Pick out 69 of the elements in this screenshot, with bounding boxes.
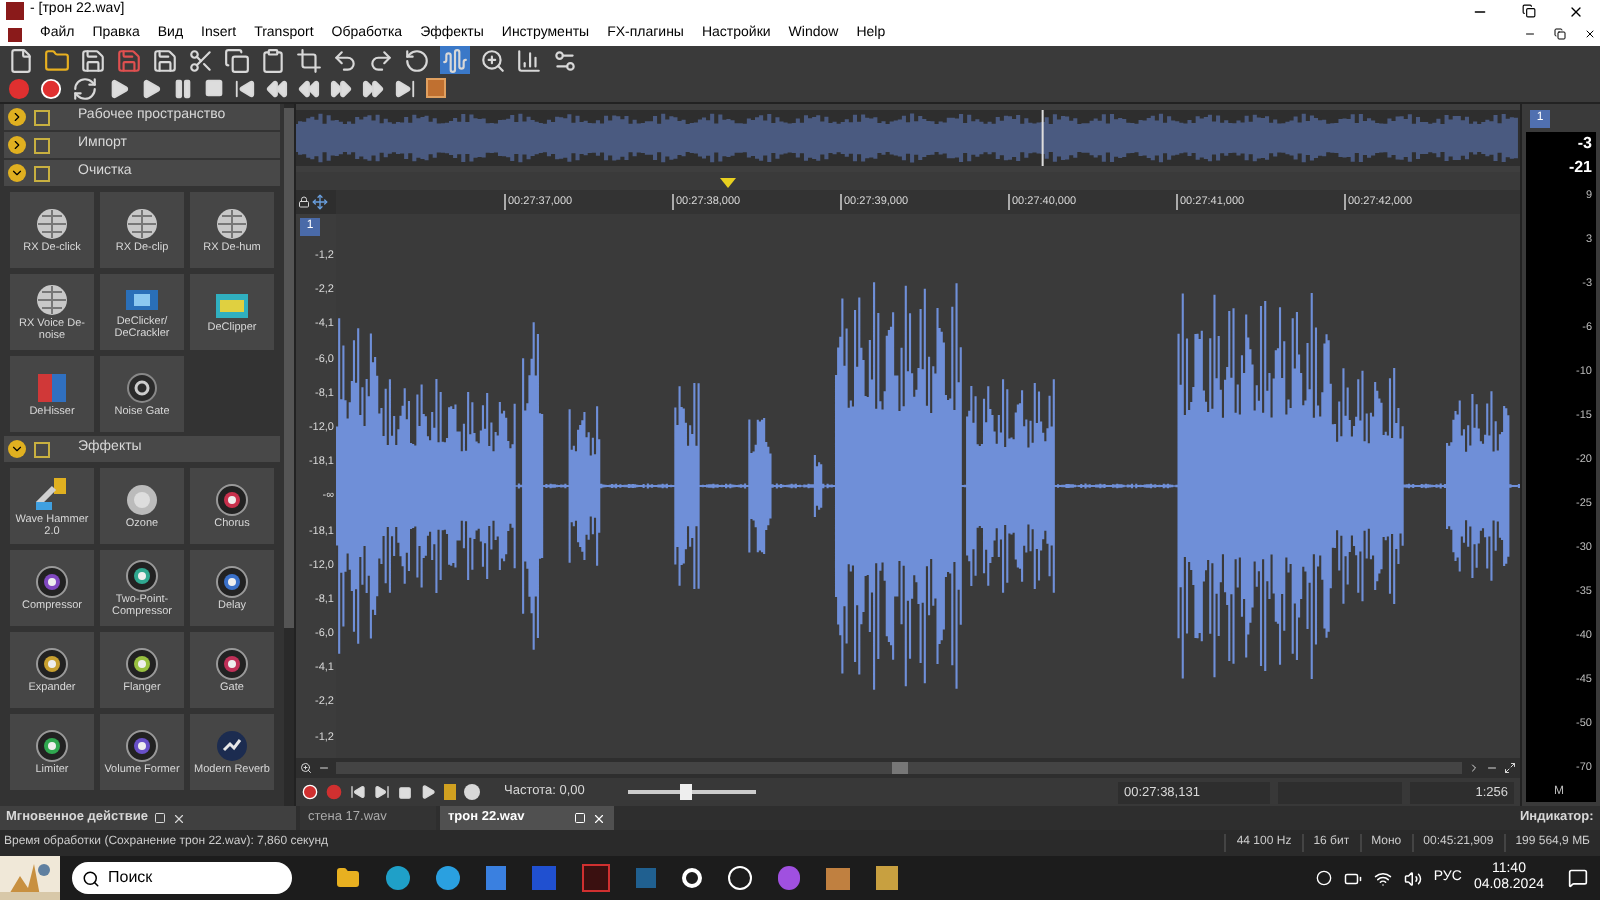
copy-icon[interactable] bbox=[224, 47, 250, 73]
hammer-icon bbox=[34, 475, 70, 511]
cut-icon[interactable] bbox=[188, 47, 214, 73]
waveform-view-toggle[interactable] bbox=[440, 45, 470, 75]
restore-icon[interactable] bbox=[1554, 28, 1566, 40]
float-icon[interactable] bbox=[153, 812, 166, 824]
stop-icon[interactable] bbox=[398, 785, 412, 799]
close-icon[interactable] bbox=[1568, 3, 1584, 19]
pause-icon[interactable] bbox=[172, 77, 194, 99]
zoom-out-icon[interactable] bbox=[318, 762, 330, 774]
skip-back-icon[interactable] bbox=[234, 77, 256, 99]
peak-reading: -3 bbox=[1577, 132, 1592, 156]
stop-icon[interactable] bbox=[204, 78, 224, 98]
new-file-icon[interactable] bbox=[8, 47, 34, 73]
paste-icon[interactable] bbox=[260, 47, 286, 73]
expand-icon[interactable] bbox=[8, 164, 26, 182]
sphere-icon bbox=[216, 207, 248, 239]
loop-icon[interactable] bbox=[72, 75, 98, 101]
chart-icon[interactable] bbox=[516, 47, 542, 73]
search-icon bbox=[82, 869, 100, 887]
folder-icon[interactable] bbox=[44, 47, 70, 73]
zoom-icon[interactable] bbox=[480, 47, 506, 73]
sphere-icon bbox=[36, 283, 68, 315]
sphere-icon bbox=[36, 207, 68, 239]
folder-icon[interactable] bbox=[336, 866, 360, 890]
rewind-icon[interactable] bbox=[298, 77, 320, 99]
lock-icon[interactable] bbox=[298, 196, 310, 208]
ring-icon bbox=[126, 371, 158, 403]
battery-icon[interactable] bbox=[1343, 869, 1362, 887]
undo-icon[interactable] bbox=[332, 47, 358, 73]
horizontal-scrollbar[interactable] bbox=[336, 762, 1462, 774]
section-icon bbox=[34, 441, 50, 457]
crop-icon[interactable] bbox=[296, 47, 322, 73]
slider-thumb[interactable] bbox=[679, 784, 692, 800]
search-field[interactable]: Поиск bbox=[72, 862, 292, 894]
plugin-icon bbox=[124, 285, 160, 313]
fast-forward-icon[interactable] bbox=[330, 77, 352, 99]
notification-icon[interactable] bbox=[1568, 868, 1588, 888]
search-placeholder: Поиск bbox=[108, 866, 153, 890]
reset-icon[interactable] bbox=[404, 47, 430, 73]
sphere-icon bbox=[126, 207, 158, 239]
expand-icon[interactable] bbox=[8, 440, 26, 458]
scroll-right-icon[interactable] bbox=[1468, 762, 1480, 774]
move-icon[interactable] bbox=[312, 194, 328, 210]
play-icon[interactable] bbox=[108, 77, 130, 99]
wifi-icon[interactable] bbox=[1373, 869, 1392, 887]
app-icon[interactable] bbox=[682, 868, 702, 888]
rewind-icon[interactable] bbox=[266, 77, 288, 99]
sphere-icon bbox=[126, 483, 158, 515]
collapse-icon[interactable] bbox=[8, 136, 26, 154]
play-icon[interactable] bbox=[140, 77, 162, 99]
collapse-icon[interactable] bbox=[8, 108, 26, 126]
plugin-icon bbox=[214, 291, 250, 319]
reverb-icon bbox=[216, 729, 248, 761]
zoom-out-icon[interactable] bbox=[1486, 762, 1498, 774]
plugin-icon bbox=[34, 371, 70, 403]
skip-forward-icon[interactable] bbox=[394, 77, 416, 99]
play-icon[interactable] bbox=[420, 784, 436, 800]
redo-icon[interactable] bbox=[368, 47, 394, 73]
close-icon[interactable] bbox=[1584, 28, 1596, 40]
skip-forward-icon[interactable] bbox=[374, 784, 390, 800]
level-reading: -21 bbox=[1568, 156, 1592, 180]
settings-icon[interactable] bbox=[552, 47, 578, 73]
zoom-in-icon[interactable] bbox=[300, 762, 312, 774]
skip-back-icon[interactable] bbox=[350, 784, 366, 800]
restore-icon[interactable] bbox=[1521, 4, 1535, 18]
fast-forward-icon[interactable] bbox=[362, 77, 384, 99]
scrollbar[interactable] bbox=[284, 104, 294, 806]
volume-icon[interactable] bbox=[1403, 869, 1422, 887]
